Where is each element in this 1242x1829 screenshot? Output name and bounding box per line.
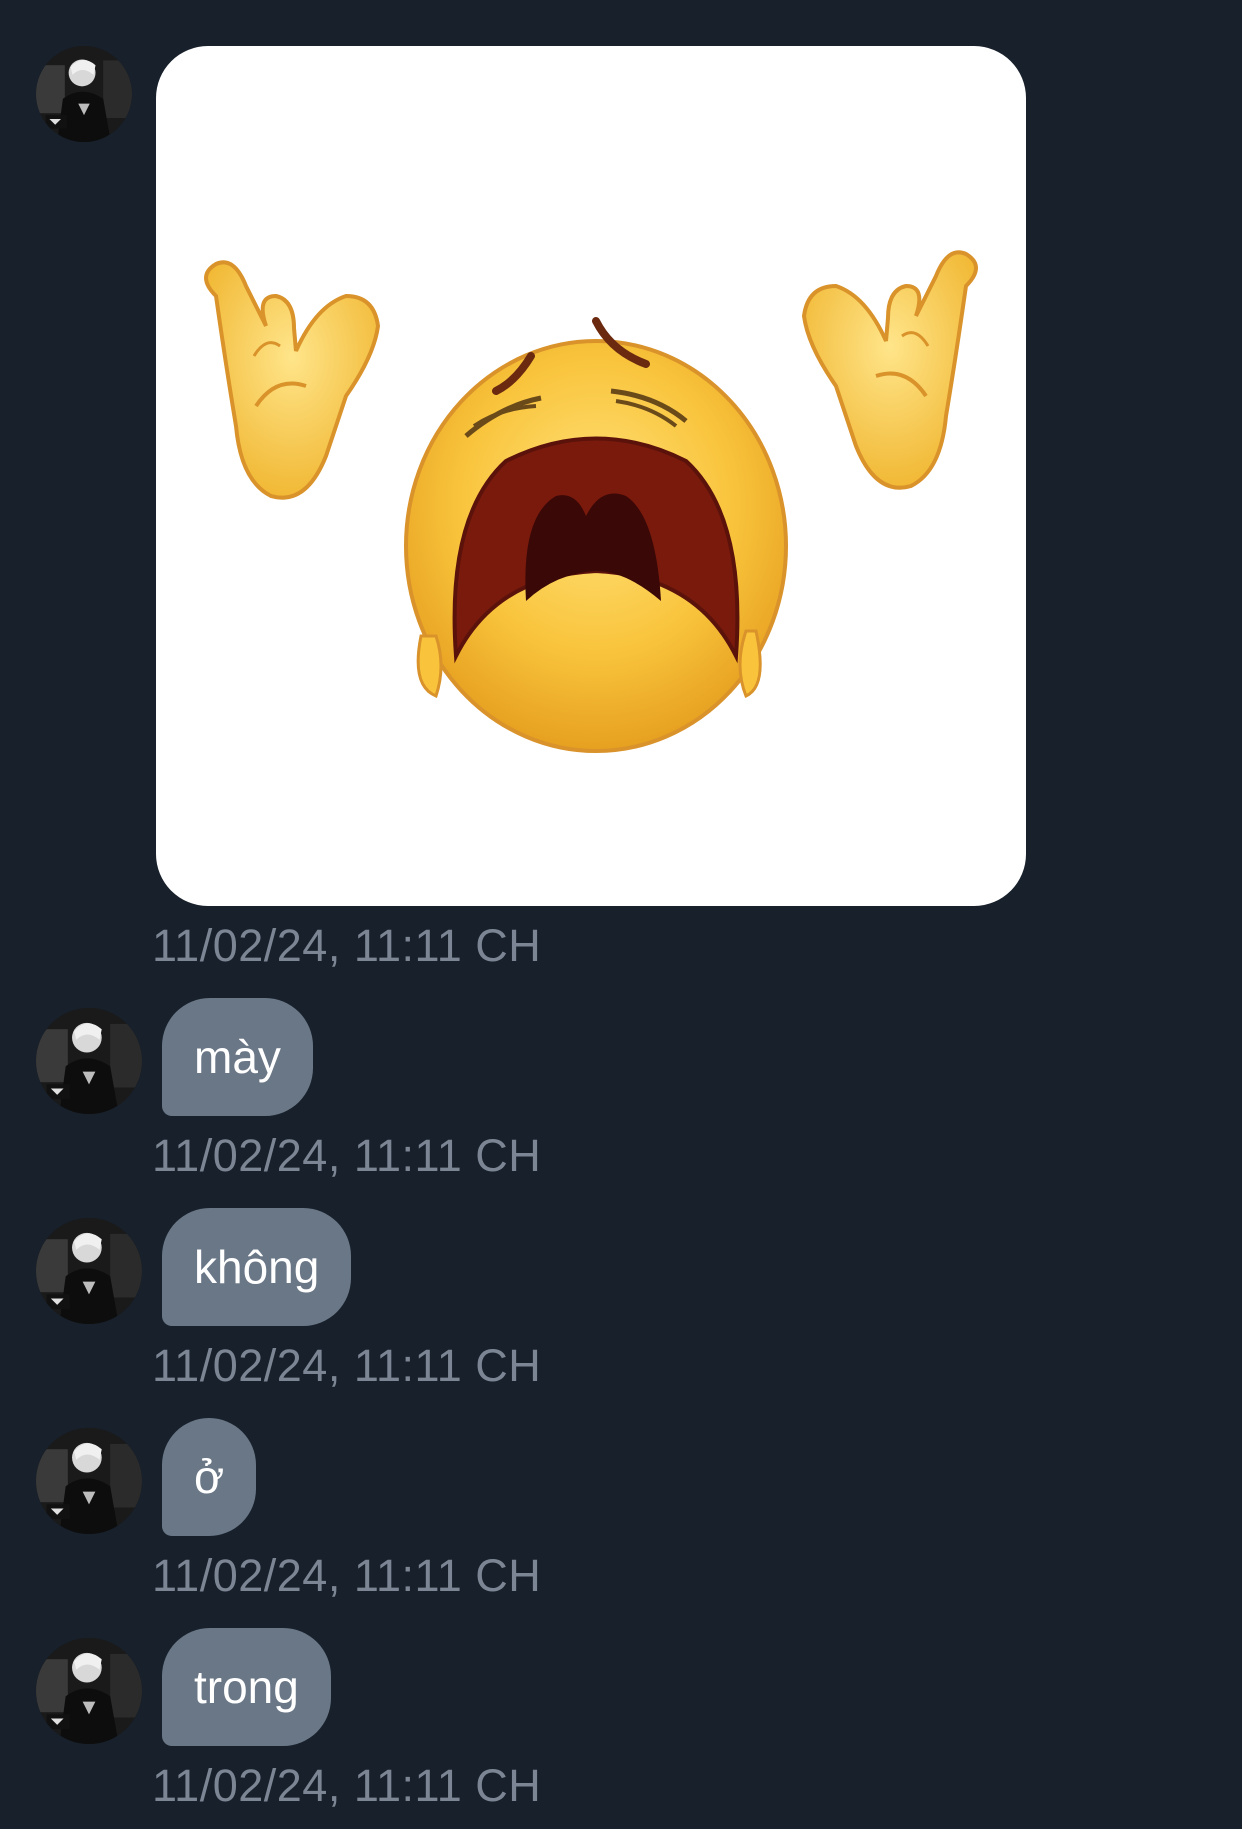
- message-text: không: [194, 1241, 320, 1293]
- message-timestamp: 11/02/24, 11:11 CH: [152, 1130, 542, 1181]
- crying-emoji-sticker[interactable]: [156, 46, 1026, 906]
- message-timestamp: 11/02/24, 11:11 CH: [152, 920, 542, 971]
- sender-avatar[interactable]: [36, 46, 132, 142]
- message-timestamp: 11/02/24, 11:11 CH: [152, 1340, 542, 1391]
- message-bubble[interactable]: mày: [162, 998, 313, 1116]
- message-bubble[interactable]: trong: [162, 1628, 331, 1746]
- message-bubble[interactable]: ở: [162, 1418, 257, 1536]
- sender-avatar[interactable]: [36, 1008, 142, 1114]
- chat-thread: 11/02/24, 11:11 CH mày 11/02/24, 11:11 C…: [0, 0, 1242, 1829]
- message-bubble[interactable]: không: [162, 1208, 352, 1326]
- crying-face-icon: [204, 250, 978, 753]
- sender-avatar[interactable]: [36, 1428, 142, 1534]
- sender-avatar[interactable]: [36, 1218, 142, 1324]
- message-text: mày: [194, 1031, 281, 1083]
- message-text: trong: [194, 1661, 299, 1713]
- message-timestamp: 11/02/24, 11:11 CH: [152, 1760, 542, 1811]
- message-timestamp: 11/02/24, 11:11 CH: [152, 1550, 542, 1601]
- message-text: ở: [194, 1451, 225, 1503]
- sender-avatar[interactable]: [36, 1638, 142, 1744]
